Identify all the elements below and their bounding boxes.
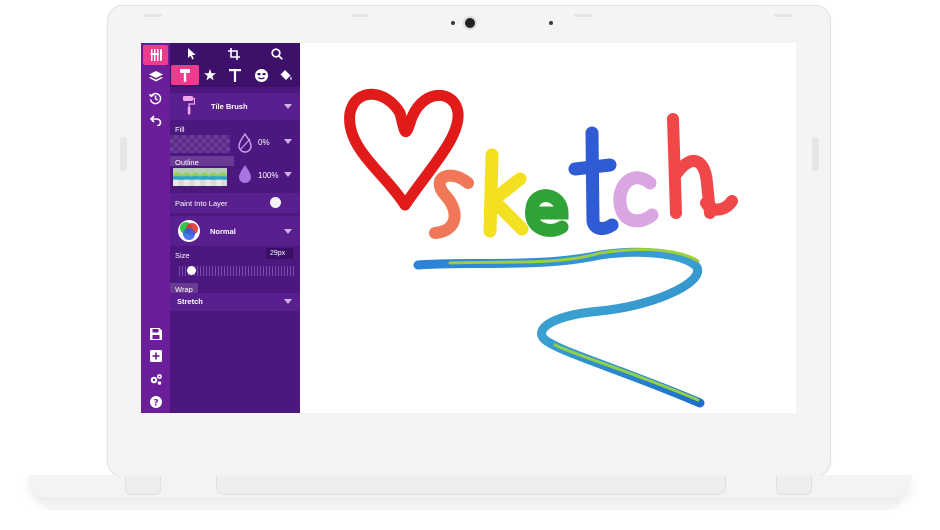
laptop-foot: [125, 476, 161, 495]
size-slider-track[interactable]: [179, 266, 294, 276]
lid-hinge: [812, 137, 819, 171]
laptop-foot: [776, 476, 812, 495]
paint-bucket-icon[interactable]: [272, 65, 300, 85]
left-rail: ?: [141, 43, 170, 413]
save-icon[interactable]: [143, 324, 168, 344]
layers-icon[interactable]: [143, 67, 168, 87]
letter-e: [525, 189, 569, 237]
paint-into-layer-label: Paint Into Layer: [175, 199, 228, 208]
outline-opacity-value: 100%: [258, 171, 279, 180]
lid-slot: [351, 14, 369, 17]
fill-label: Fill: [175, 125, 185, 134]
blend-mode-value: Normal: [210, 227, 236, 236]
move-icon[interactable]: [178, 44, 206, 64]
text-icon[interactable]: [221, 65, 249, 85]
lid-hinge: [120, 137, 127, 171]
paint-roller-icon: [183, 96, 195, 115]
brush-icon[interactable]: [171, 65, 199, 85]
blend-mode-selector[interactable]: Normal: [170, 216, 300, 246]
color-blend-icon: [178, 220, 200, 242]
outline-label: Outline: [175, 158, 199, 167]
lid-slot: [774, 14, 792, 17]
brush-selector[interactable]: Tile Brush: [170, 93, 300, 120]
search-icon[interactable]: [263, 44, 291, 64]
sketch-painting: [344, 88, 738, 408]
help-icon[interactable]: ?: [143, 392, 168, 412]
brush-name: Tile Brush: [211, 102, 248, 111]
size-label: Size: [175, 251, 190, 260]
wrap-selector[interactable]: Stretch: [170, 293, 300, 311]
utensils-icon[interactable]: [143, 45, 168, 65]
outline-opacity-drop-icon[interactable]: [237, 164, 253, 184]
chevron-down-icon: [284, 104, 292, 109]
ribbon-stroke: [413, 247, 705, 408]
webcam: [465, 18, 475, 28]
fill-opacity-value: 0%: [258, 138, 270, 147]
chevron-down-icon: [284, 299, 292, 304]
fill-opacity-drop-icon[interactable]: [237, 133, 253, 153]
lid-slot: [574, 14, 592, 17]
laptop-base-front: [40, 497, 900, 511]
svg-text:?: ?: [153, 398, 158, 408]
letter-c: [613, 171, 659, 228]
chevron-down-icon[interactable]: [284, 172, 292, 177]
drawing-canvas[interactable]: [300, 43, 796, 413]
size-value: 29px: [270, 250, 286, 257]
fill-swatch[interactable]: [170, 135, 230, 153]
mic-dot: [451, 21, 455, 25]
letter-k: [483, 148, 529, 238]
outline-pattern-swatch[interactable]: [170, 168, 230, 186]
settings-icon[interactable]: [143, 369, 168, 389]
trackpad-notch: [216, 476, 726, 495]
tool-bar: [170, 43, 300, 87]
paint-into-layer-toggle[interactable]: [270, 197, 281, 208]
chevron-down-icon[interactable]: [284, 139, 292, 144]
letter-s: [429, 169, 474, 239]
wrap-value: Stretch: [177, 297, 203, 306]
history-icon[interactable]: [143, 88, 168, 108]
lid-slot: [144, 14, 162, 17]
undo-icon[interactable]: [143, 110, 168, 130]
mic-dot: [549, 21, 553, 25]
brush-settings-panel: Tile Brush Fill 0% Outline 100% Paint In…: [170, 43, 300, 413]
app-screen: ? Tile Brush Fill 0% Outline 100% Paint …: [141, 43, 796, 413]
letter-h: [667, 113, 738, 219]
letter-t: [568, 126, 619, 235]
add-icon[interactable]: [143, 346, 168, 366]
crop-icon[interactable]: [220, 44, 248, 64]
star-icon[interactable]: [196, 65, 224, 85]
chevron-down-icon: [284, 229, 292, 234]
emoji-icon[interactable]: [247, 65, 275, 85]
paint-into-layer-row: Paint Into Layer: [170, 193, 300, 213]
